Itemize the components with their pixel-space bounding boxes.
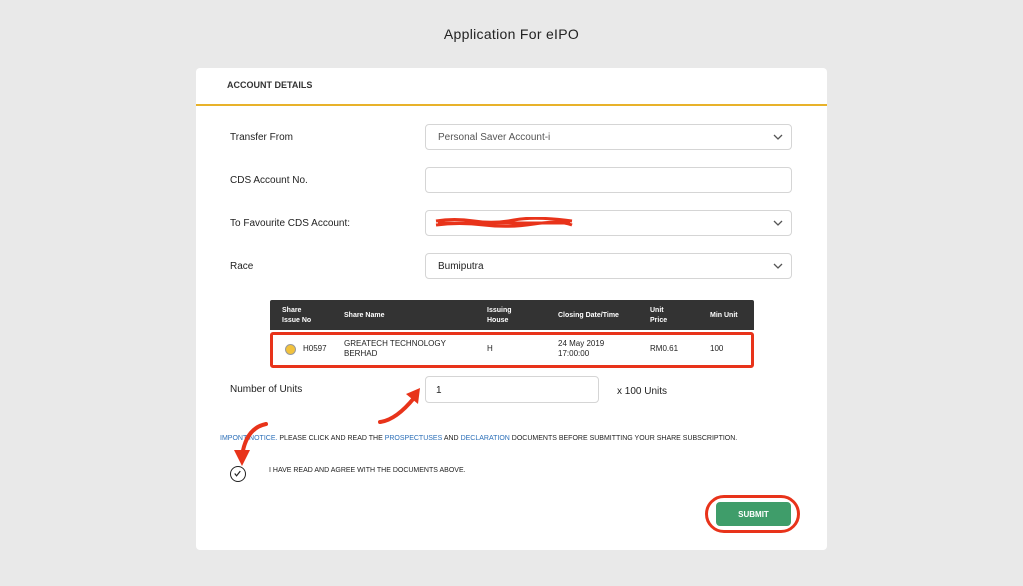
submit-button[interactable]: SUBMIT <box>716 502 791 526</box>
agree-label: I HAVE READ AND AGREE WITH THE DOCUMENTS… <box>269 467 466 474</box>
race-label: Race <box>230 261 254 272</box>
td-issue-no: H0597 <box>303 344 327 353</box>
th-min-unit: Min Unit <box>710 312 738 319</box>
th-share-issue-no: Share Issue No <box>282 307 312 324</box>
td-issuing-house: H <box>487 344 493 353</box>
annotation-arrow-icon <box>378 388 420 424</box>
th-share-name: Share Name <box>344 312 385 319</box>
redacted-scribble <box>435 217 573 228</box>
account-details-card: ACCOUNT DETAILS Transfer From Personal S… <box>196 68 827 550</box>
td-closing: 24 May 2019 17:00:00 <box>558 339 605 358</box>
td-unit-price: RM0.61 <box>650 344 679 353</box>
annotation-arrow-icon <box>234 422 268 466</box>
td-share-name: GREATECH TECHNOLOGY BERHAD <box>344 339 446 358</box>
table-row[interactable]: H0597 GREATECH TECHNOLOGY BERHAD H 24 Ma… <box>270 332 754 368</box>
transfer-from-select[interactable]: Personal Saver Account-i <box>425 124 792 150</box>
td-min-unit: 100 <box>710 344 724 353</box>
race-value: Bumiputra <box>438 261 484 272</box>
transfer-from-value: Personal Saver Account-i <box>438 132 551 143</box>
units-label: Number of Units <box>230 384 303 395</box>
prospectuses-link[interactable]: PROSPECTUSES <box>385 435 443 442</box>
chevron-down-icon <box>773 220 783 226</box>
favourite-cds-select[interactable] <box>425 210 792 236</box>
th-issuing-house: Issuing House <box>487 307 512 324</box>
favourite-cds-label: To Favourite CDS Account: <box>230 218 351 229</box>
chevron-down-icon <box>773 134 783 140</box>
cds-account-input[interactable] <box>425 167 792 193</box>
th-closing: Closing Date/Time <box>558 312 619 319</box>
transfer-from-label: Transfer From <box>230 132 293 143</box>
units-suffix: x 100 Units <box>617 386 668 397</box>
table-header: Share Issue No Share Name Issuing House … <box>270 300 754 330</box>
ipo-table: Share Issue No Share Name Issuing House … <box>270 300 754 368</box>
row-radio[interactable] <box>285 344 296 355</box>
th-unit-price: Unit Price <box>650 307 668 324</box>
section-title: ACCOUNT DETAILS <box>227 80 313 90</box>
cds-account-label: CDS Account No. <box>230 175 308 186</box>
card-header: ACCOUNT DETAILS <box>196 68 827 106</box>
units-value: 1 <box>436 385 442 396</box>
race-select[interactable]: Bumiputra <box>425 253 792 279</box>
chevron-down-icon <box>773 263 783 269</box>
declaration-link[interactable]: DECLARATION <box>461 435 510 442</box>
units-input[interactable]: 1 <box>425 376 599 403</box>
page-title: Application For eIPO <box>443 26 580 42</box>
important-notice: IMPONT NOTICE. PLEASE CLICK AND READ THE… <box>220 435 738 442</box>
